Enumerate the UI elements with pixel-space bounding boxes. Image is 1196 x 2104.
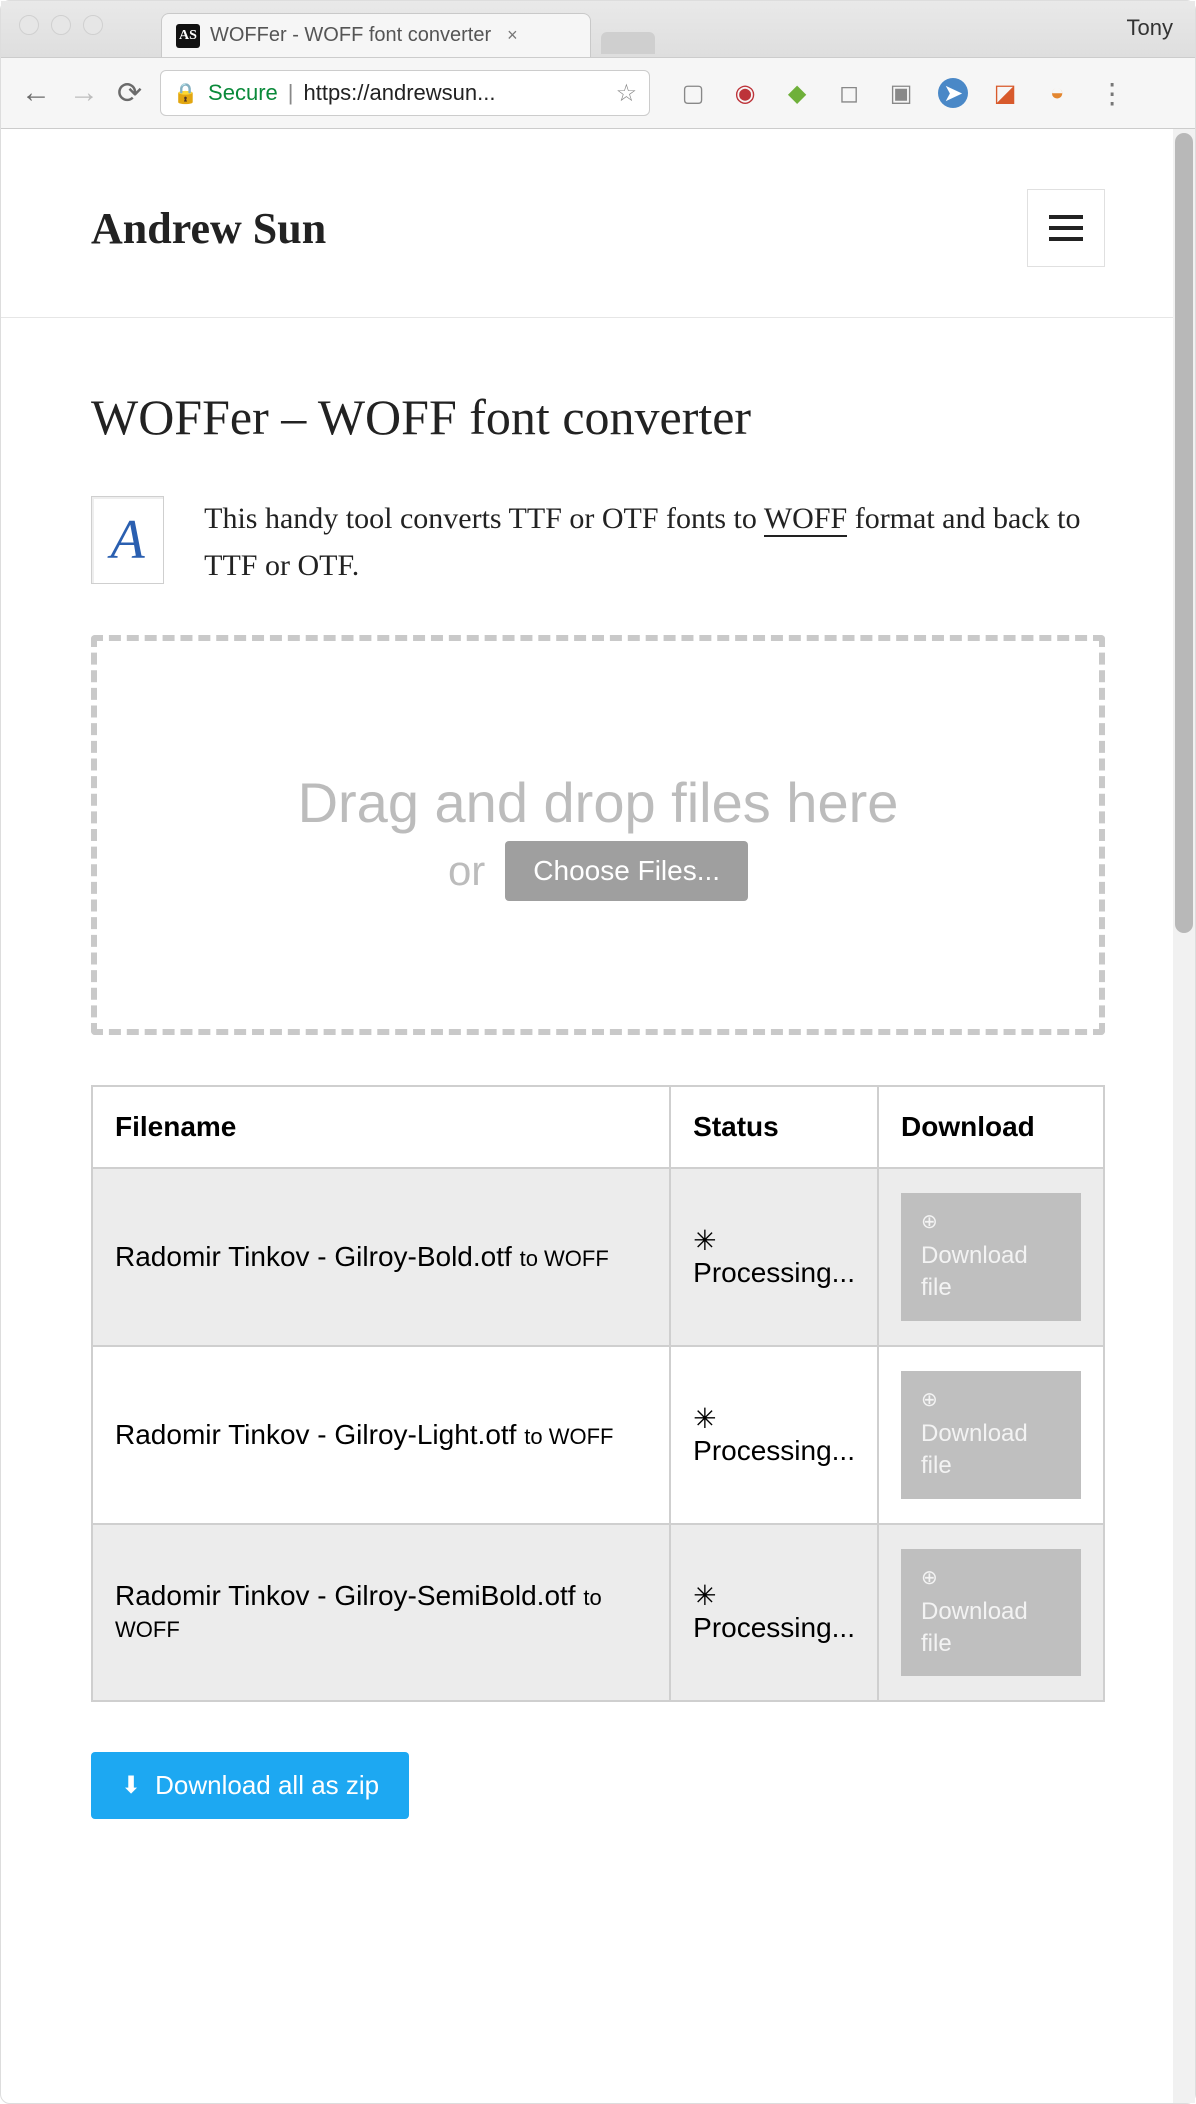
table-header-row: Filename Status Download	[92, 1086, 1104, 1168]
download-file-button[interactable]: ⊕ Download file	[901, 1549, 1081, 1677]
filename-text: Radomir Tinkov - Gilroy-SemiBold.otf	[115, 1580, 576, 1611]
font-thumbnail-icon: A	[91, 496, 164, 584]
cell-filename: Radomir Tinkov - Gilroy-Bold.otf to WOFF	[92, 1168, 670, 1346]
page-viewport: Andrew Sun WOFFer – WOFF font converter …	[1, 129, 1195, 2103]
cell-filename: Radomir Tinkov - Gilroy-SemiBold.otf to …	[92, 1524, 670, 1702]
cell-download: ⊕ Download file	[878, 1524, 1104, 1702]
filename-text: Radomir Tinkov - Gilroy-Bold.otf	[115, 1241, 512, 1272]
intro-text: This handy tool converts TTF or OTF font…	[204, 496, 1105, 589]
spinner-icon: ✳	[693, 1405, 716, 1433]
window-zoom-icon[interactable]	[83, 15, 103, 35]
intro-text-prefix: This handy tool converts TTF or OTF font…	[204, 502, 764, 535]
extension-viewport-icon[interactable]: ▢	[678, 78, 708, 108]
bookmark-star-icon[interactable]: ☆	[616, 79, 638, 108]
zip-button-label: Download all as zip	[155, 1770, 379, 1801]
download-arrow-icon: ⊕	[921, 1387, 1061, 1414]
window-controls	[19, 15, 103, 35]
window-minimize-icon[interactable]	[51, 15, 71, 35]
extension-icons: ▢ ◉ ◆ ◻ ▣ ➤ ◪ ◒	[678, 78, 1072, 108]
favicon-icon: AS	[176, 24, 200, 48]
profile-name[interactable]: Tony	[1127, 15, 1173, 41]
extension-office-icon[interactable]: ◪	[990, 78, 1020, 108]
download-all-zip-button[interactable]: ⬇ Download all as zip	[91, 1752, 409, 1819]
th-status: Status	[670, 1086, 878, 1168]
status-text: Processing...	[693, 1612, 855, 1643]
lock-icon: 🔒	[173, 81, 198, 106]
window-close-icon[interactable]	[19, 15, 39, 35]
extension-camera-icon[interactable]: ◻	[834, 78, 864, 108]
main-content: WOFFer – WOFF font converter A This hand…	[1, 318, 1195, 1819]
download-file-button[interactable]: ⊕ Download file	[901, 1193, 1081, 1321]
download-file-label: Download file	[921, 1418, 1061, 1483]
new-tab-button[interactable]	[601, 32, 655, 54]
cell-status: ✳Processing...	[670, 1524, 878, 1702]
secure-label: Secure	[208, 80, 278, 106]
cell-filename: Radomir Tinkov - Gilroy-Light.otf to WOF…	[92, 1346, 670, 1524]
site-brand[interactable]: Andrew Sun	[91, 203, 326, 254]
dropzone-or-label: or	[448, 847, 485, 895]
convert-to-label: to WOFF	[520, 1246, 609, 1271]
download-file-button[interactable]: ⊕ Download file	[901, 1371, 1081, 1499]
browser-menu-icon[interactable]: ⋮	[1098, 77, 1126, 110]
files-table: Filename Status Download Radomir Tinkov …	[91, 1085, 1105, 1702]
file-dropzone[interactable]: Drag and drop files here or Choose Files…	[91, 635, 1105, 1035]
extension-eye-icon[interactable]: ◆	[782, 78, 812, 108]
url-text: https://andrewsun...	[303, 80, 605, 106]
status-text: Processing...	[693, 1257, 855, 1288]
page-body: Andrew Sun WOFFer – WOFF font converter …	[1, 129, 1195, 1879]
extension-pinterest-icon[interactable]: ◉	[730, 78, 760, 108]
tab-title: WOFFer - WOFF font converter	[210, 24, 491, 47]
cell-download: ⊕ Download file	[878, 1346, 1104, 1524]
filename-text: Radomir Tinkov - Gilroy-Light.otf	[115, 1419, 516, 1450]
extension-buffer-icon[interactable]: ◒	[1042, 78, 1072, 108]
th-download: Download	[878, 1086, 1104, 1168]
download-file-label: Download file	[921, 1596, 1061, 1661]
tab-close-icon[interactable]: ×	[507, 25, 518, 46]
scrollbar-track[interactable]	[1173, 129, 1195, 2103]
browser-toolbar: ← → ⟳ 🔒 Secure | https://andrewsun... ☆ …	[1, 57, 1195, 129]
convert-to-label: to WOFF	[524, 1424, 613, 1449]
download-file-label: Download file	[921, 1240, 1061, 1305]
url-separator: |	[288, 80, 294, 106]
download-icon: ⬇	[121, 1771, 141, 1800]
page-title: WOFFer – WOFF font converter	[91, 388, 1105, 446]
spinner-icon: ✳	[693, 1227, 716, 1255]
forward-button[interactable]: →	[69, 76, 99, 110]
scrollbar-thumb[interactable]	[1175, 133, 1193, 933]
cell-status: ✳Processing...	[670, 1346, 878, 1524]
reload-button[interactable]: ⟳	[117, 76, 142, 111]
extension-frame-icon[interactable]: ▣	[886, 78, 916, 108]
table-row: Radomir Tinkov - Gilroy-Light.otf to WOF…	[92, 1346, 1104, 1524]
browser-tab[interactable]: AS WOFFer - WOFF font converter ×	[161, 13, 591, 57]
extension-compass-icon[interactable]: ➤	[938, 78, 968, 108]
download-arrow-icon: ⊕	[921, 1209, 1061, 1236]
status-text: Processing...	[693, 1435, 855, 1466]
download-arrow-icon: ⊕	[921, 1565, 1061, 1592]
hamburger-icon	[1049, 226, 1083, 230]
spinner-icon: ✳	[693, 1582, 716, 1610]
site-header: Andrew Sun	[1, 129, 1195, 318]
table-row: Radomir Tinkov - Gilroy-SemiBold.otf to …	[92, 1524, 1104, 1702]
cell-download: ⊕ Download file	[878, 1168, 1104, 1346]
table-row: Radomir Tinkov - Gilroy-Bold.otf to WOFF…	[92, 1168, 1104, 1346]
woff-link[interactable]: WOFF	[764, 502, 847, 537]
th-filename: Filename	[92, 1086, 670, 1168]
browser-tab-strip: AS WOFFer - WOFF font converter × Tony	[1, 1, 1195, 57]
nav-menu-button[interactable]	[1027, 189, 1105, 267]
intro-section: A This handy tool converts TTF or OTF fo…	[91, 496, 1105, 589]
address-bar[interactable]: 🔒 Secure | https://andrewsun... ☆	[160, 70, 650, 116]
back-button[interactable]: ←	[21, 76, 51, 110]
cell-status: ✳Processing...	[670, 1168, 878, 1346]
dropzone-headline: Drag and drop files here	[298, 770, 899, 835]
choose-files-button[interactable]: Choose Files...	[505, 841, 748, 901]
